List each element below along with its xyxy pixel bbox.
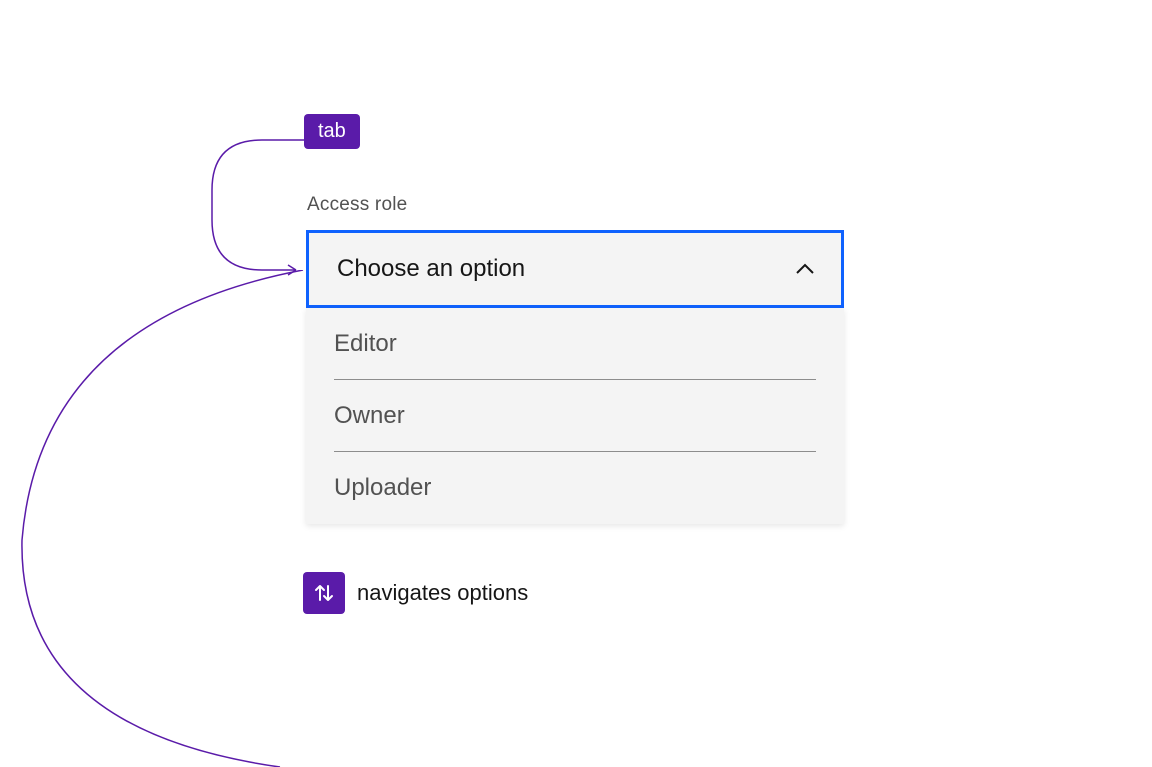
nav-hint-text: navigates options	[357, 580, 528, 606]
dropdown-trigger[interactable]: Choose an option	[306, 230, 844, 308]
connector-arrow-2	[0, 270, 310, 767]
connector-arrow-1	[200, 130, 310, 280]
dropdown-option-uploader[interactable]: Uploader	[306, 452, 844, 524]
access-role-dropdown: Choose an option Editor Owner Uploader	[306, 230, 844, 524]
up-down-arrows-icon	[313, 582, 335, 604]
option-label: Owner	[334, 402, 405, 429]
option-label: Uploader	[334, 474, 431, 501]
option-label: Editor	[334, 330, 397, 357]
field-label: Access role	[307, 194, 407, 216]
tab-key-label: tab	[318, 120, 346, 142]
arrow-keys-badge	[303, 572, 345, 614]
dropdown-placeholder: Choose an option	[337, 255, 525, 283]
dropdown-menu: Editor Owner Uploader	[306, 308, 844, 524]
dropdown-option-owner[interactable]: Owner	[306, 380, 844, 452]
chevron-up-icon	[795, 263, 815, 275]
tab-key-badge: tab	[304, 114, 360, 149]
dropdown-option-editor[interactable]: Editor	[306, 308, 844, 380]
navigation-hint: navigates options	[303, 572, 528, 614]
